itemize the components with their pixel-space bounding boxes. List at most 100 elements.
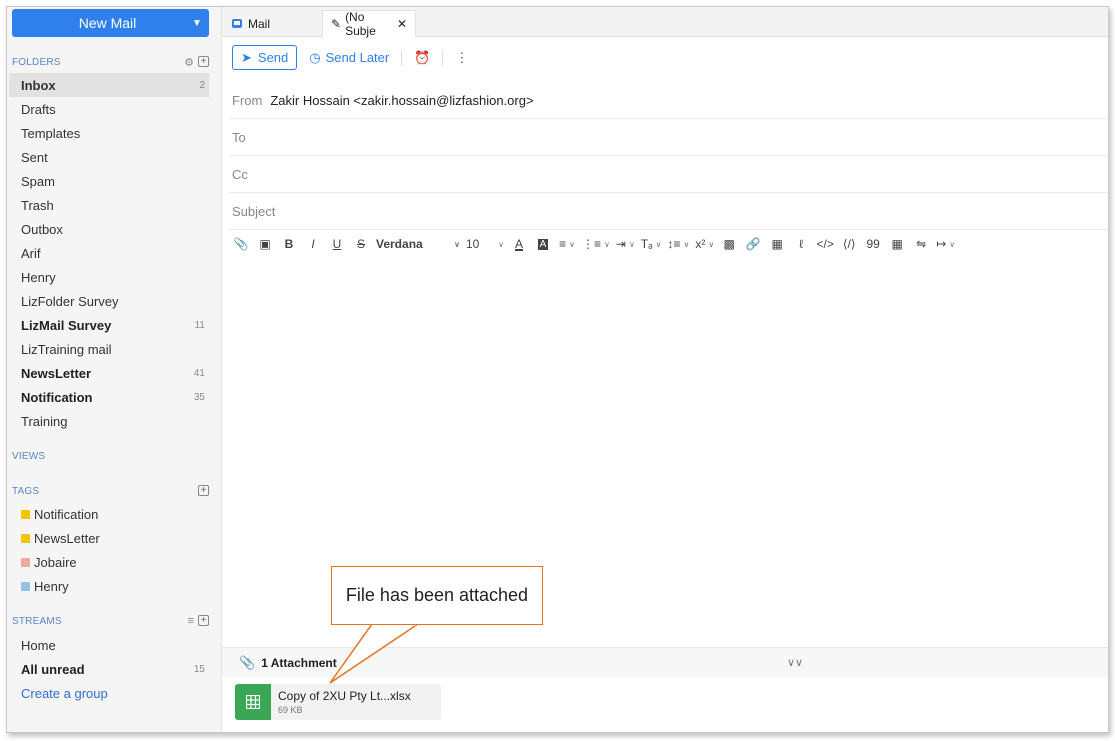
sidebar-item-training[interactable]: Training (9, 409, 209, 433)
tags-heading: TAGS (12, 486, 40, 497)
template-icon[interactable]: ▦ (765, 232, 789, 256)
callout-text: File has been attached (345, 585, 529, 605)
sidebar-item-label: Training (21, 413, 68, 429)
link-icon[interactable]: 🔗 (741, 232, 765, 256)
sidebar-item-notification[interactable]: Notification 35 (9, 385, 209, 409)
quote-icon[interactable]: 99 (861, 232, 885, 256)
line-height-icon[interactable]: ↕≡ ∨ (664, 232, 692, 256)
attachment-card[interactable]: Copy of 2XU Pty Lt...xlsx 69 KB (235, 684, 441, 720)
views-heading: VIEWS (12, 451, 46, 462)
expand-icon[interactable]: ∨∨ (787, 656, 803, 669)
sidebar-item-lizmail-survey[interactable]: LizMail Survey 11 (9, 313, 209, 337)
tag-label: Henry (34, 578, 69, 594)
image-icon[interactable]: ▩ (717, 232, 741, 256)
sidebar-item-newsletter[interactable]: NewsLetter 41 (9, 361, 209, 385)
text-color-icon[interactable]: A (507, 232, 531, 256)
tag-item-henry[interactable]: Henry (9, 574, 209, 598)
tags-tools: + (198, 485, 209, 496)
chevron-down-icon: ∨ (498, 239, 504, 249)
tag-item-jobaire[interactable]: Jobaire (9, 550, 209, 574)
code-icon[interactable]: </> (813, 232, 837, 256)
sidebar-item-outbox[interactable]: Outbox (9, 217, 209, 241)
tab-compose[interactable]: ✎ (No Subje ✕ (322, 10, 416, 38)
unread-count: 2 (199, 79, 205, 91)
background-color-icon[interactable]: A (531, 232, 555, 256)
sidebar-item-liztraining-mail[interactable]: LizTraining mail (9, 337, 209, 361)
underline-icon[interactable]: U (325, 232, 349, 256)
sidebar-item-all-unread[interactable]: All unread 15 (9, 657, 209, 681)
sidebar-item-label: LizMail Survey (21, 317, 112, 333)
tag-label: Notification (34, 506, 99, 522)
code-block-icon[interactable]: ⟨/⟩ (837, 232, 861, 256)
italic-icon[interactable]: I (301, 232, 325, 256)
add-stream-icon[interactable]: + (198, 615, 209, 626)
sidebar-item-label: Trash (21, 197, 54, 213)
add-folder-icon[interactable]: + (198, 56, 209, 67)
sidebar-item-label: Home (21, 637, 56, 653)
align-icon[interactable]: ≡ ∨ (555, 232, 579, 256)
cc-field[interactable]: Cc (229, 156, 1108, 193)
sidebar-item-label: NewsLetter (21, 365, 92, 381)
sidebar-item-label: LizFolder Survey (21, 293, 119, 309)
bullet-list-icon[interactable]: ⋮≡ ∨ (579, 232, 613, 256)
insert-image-icon[interactable]: ▣ (253, 232, 277, 256)
clear-format-icon[interactable]: Tₔ ∨ (638, 232, 665, 256)
text-direction-icon[interactable]: ↦ ∨ (933, 232, 958, 256)
tab-mail[interactable]: Mail (224, 10, 278, 37)
sidebar-item-lizfolder-survey[interactable]: LizFolder Survey (9, 289, 209, 313)
clock-send-icon: ◷ (309, 49, 321, 65)
send-later-button[interactable]: ◷ Send Later (309, 50, 389, 66)
font-size-select[interactable]: 10 ∨ (463, 232, 507, 256)
superscript-icon[interactable]: x² ∨ (692, 232, 717, 256)
subject-placeholder: Subject (232, 203, 276, 219)
from-value: Zakir Hossain <zakir.hossain@lizfashion.… (270, 92, 534, 108)
chevron-down-icon[interactable]: ▼ (185, 18, 209, 29)
sidebar-item-label: All unread (21, 661, 85, 677)
add-tag-icon[interactable]: + (198, 485, 209, 496)
tag-color-icon (21, 581, 30, 591)
tag-item-notification[interactable]: Notification (9, 502, 209, 526)
sidebar-item-inbox[interactable]: Inbox 2 (9, 73, 209, 97)
sidebar-item-sent[interactable]: Sent (9, 145, 209, 169)
sidebar-item-home[interactable]: Home (9, 633, 209, 657)
horizontal-rule-icon[interactable]: ⇋ (909, 232, 933, 256)
attachment-count: 1 Attachment (261, 655, 337, 670)
alarm-clock-icon[interactable]: ⏰ (414, 50, 430, 66)
indent-icon[interactable]: ⇥ ∨ (613, 232, 638, 256)
attachment-bar: 📎 1 Attachment ∨∨ (222, 647, 1108, 677)
filter-icon[interactable]: ≡ (188, 615, 194, 627)
sidebar-item-arif[interactable]: Arif (9, 241, 209, 265)
strikethrough-icon[interactable]: S (349, 232, 373, 256)
to-field[interactable]: To (229, 119, 1108, 156)
send-button[interactable]: ➤ Send (232, 45, 298, 70)
sidebar-item-label: Arif (21, 245, 41, 261)
create-group-link[interactable]: Create a group (9, 681, 209, 705)
sidebar-item-label: Outbox (21, 221, 63, 237)
bold-icon[interactable]: B (277, 232, 301, 256)
font-family-select[interactable]: Verdana ∨ (373, 232, 463, 256)
streams-tools: ≡ + (188, 615, 209, 627)
sidebar-item-label: Sent (21, 149, 48, 165)
sidebar-item-henry[interactable]: Henry (9, 265, 209, 289)
tag-color-icon (21, 557, 30, 567)
sidebar-item-label: Templates (21, 125, 81, 141)
font-size-value: 10 (466, 237, 480, 251)
from-row[interactable]: From Zakir Hossain <zakir.hossain@lizfas… (229, 82, 1108, 119)
tag-item-newsletter[interactable]: NewsLetter (9, 526, 209, 550)
signature-icon[interactable]: ℓ (789, 232, 813, 256)
close-icon[interactable]: ✕ (397, 17, 407, 31)
attach-icon[interactable]: 📎 (229, 232, 253, 256)
chevron-down-icon: ∨ (454, 239, 460, 249)
paper-plane-icon: ➤ (241, 49, 252, 65)
subject-field[interactable]: Subject (229, 193, 1108, 230)
sidebar-item-spam[interactable]: Spam (9, 169, 209, 193)
sidebar-item-label: LizTraining mail (21, 341, 112, 357)
sidebar-item-trash[interactable]: Trash (9, 193, 209, 217)
sidebar-item-templates[interactable]: Templates (9, 121, 209, 145)
sidebar-item-drafts[interactable]: Drafts (9, 97, 209, 121)
new-mail-button[interactable]: New Mail ▼ (12, 9, 209, 37)
gear-icon[interactable]: ⚙ (184, 56, 194, 69)
table-icon[interactable]: ▦ (885, 232, 909, 256)
sidebar-item-label: Henry (21, 269, 56, 285)
more-options-icon[interactable]: ⋮ (455, 50, 468, 66)
